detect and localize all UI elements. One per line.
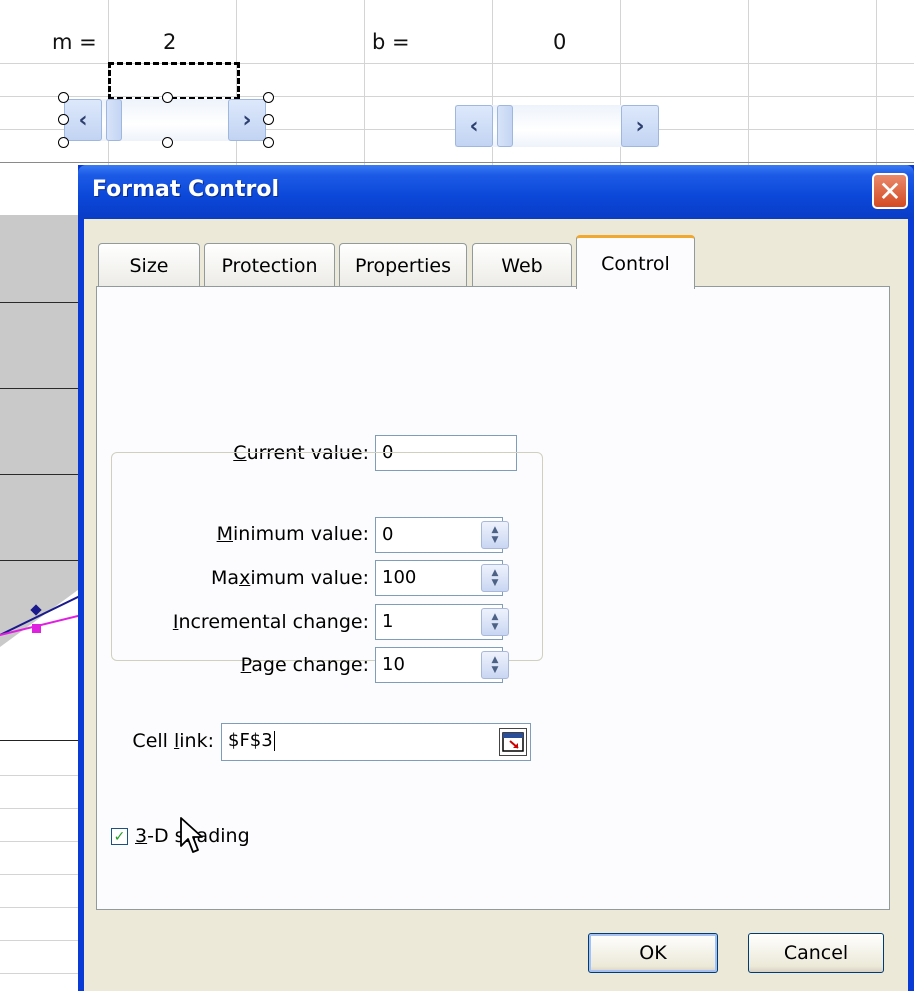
resize-handle[interactable] [162, 92, 173, 103]
ok-button[interactable]: OK [588, 933, 718, 973]
label-part: ink: [179, 730, 214, 752]
resize-handle[interactable] [263, 137, 274, 148]
resize-handle[interactable] [162, 137, 173, 148]
gridline [0, 973, 80, 974]
control-tab-panel: Current value: 0 Minimum value: 0 ▲ ▼ Max… [96, 286, 890, 910]
gridline [364, 0, 365, 165]
spin-up-down-icon[interactable]: ▲ ▼ [481, 651, 509, 679]
gridline [0, 740, 80, 741]
gridline [0, 162, 914, 163]
gridline [876, 0, 877, 165]
collapse-dialog-glyph [502, 732, 524, 752]
resize-handle[interactable] [58, 92, 69, 103]
b-label: b = [372, 30, 410, 54]
tab-label: Control [601, 252, 670, 275]
resize-handle[interactable] [58, 137, 69, 148]
cell-link-input[interactable]: $F$3 [221, 723, 531, 761]
gridline [0, 907, 80, 908]
dialog-title: Format Control [92, 177, 279, 202]
accelerator-key: x [239, 567, 251, 589]
incremental-change-label: Incremental change: [97, 611, 369, 633]
dialog-titlebar[interactable]: Format Control ✕ [78, 165, 914, 219]
maximum-value-label: Maximum value: [97, 567, 369, 589]
chevron-left-icon[interactable]: ‹ [455, 105, 493, 147]
chevron-right-icon[interactable]: › [621, 105, 659, 147]
b-scrollbar-control[interactable]: ‹ › [455, 105, 659, 147]
cell-link-value: $F$3 [228, 730, 273, 751]
close-icon[interactable]: ✕ [872, 173, 908, 209]
chevron-right-icon[interactable]: › [228, 99, 266, 141]
page-change-label: Page change: [97, 654, 369, 676]
label-part: imum value: [250, 567, 369, 589]
tab-control[interactable]: Control [576, 235, 695, 289]
tab-properties[interactable]: Properties [339, 243, 467, 287]
m-label: m = [52, 30, 97, 54]
m-value[interactable]: 2 [163, 30, 176, 54]
scroll-thumb[interactable] [497, 105, 513, 147]
gridline [0, 940, 80, 941]
label-part: Ma [211, 567, 240, 589]
tab-label: Size [129, 254, 169, 277]
accelerator-key: 3 [135, 825, 148, 847]
spin-up-down-icon[interactable]: ▲ ▼ [481, 521, 509, 549]
tab-label: Properties [354, 254, 452, 277]
copy-marquee [108, 62, 240, 100]
gridline [748, 0, 749, 165]
cell-link-label: Cell link: [97, 730, 214, 752]
dialog-client-area: Size Protection Properties Web Control C… [84, 219, 908, 991]
label-part: ncremental change: [178, 611, 369, 633]
resize-handle[interactable] [263, 114, 274, 125]
resize-handle[interactable] [263, 92, 274, 103]
gridline [0, 808, 80, 809]
minimum-value-label: Minimum value: [97, 523, 369, 545]
scroll-thumb[interactable] [106, 99, 122, 141]
label-part: Cell [132, 730, 174, 752]
gridline [0, 874, 80, 875]
gridline [0, 841, 80, 842]
b-value[interactable]: 0 [553, 30, 566, 54]
checkmark-icon: ✓ [113, 828, 126, 845]
tab-label: Protection [221, 254, 318, 277]
chart-plot-area [0, 215, 82, 648]
close-glyph: ✕ [878, 174, 902, 208]
resize-handle[interactable] [58, 114, 69, 125]
cancel-button[interactable]: Cancel [748, 933, 884, 973]
accelerator-key: P [240, 654, 252, 676]
chevron-left-icon[interactable]: ‹ [64, 99, 102, 141]
spin-up-down-icon[interactable]: ▲ ▼ [481, 608, 509, 636]
gridline [0, 775, 80, 776]
tab-label: Web [501, 254, 543, 277]
m-scrollbar-control[interactable]: ‹ › [64, 99, 266, 141]
tab-web[interactable]: Web [472, 243, 572, 287]
label-part: age change: [251, 654, 369, 676]
mouse-pointer-icon [180, 817, 203, 853]
accelerator-key: M [216, 523, 233, 545]
text-caret [273, 731, 275, 751]
format-control-dialog: Format Control ✕ Size Protection Propert… [78, 165, 914, 991]
spin-up-down-icon[interactable]: ▲ ▼ [481, 564, 509, 592]
tab-protection[interactable]: Protection [204, 243, 335, 287]
label-part: inimum value: [233, 523, 369, 545]
shading-checkbox[interactable]: ✓ [111, 828, 128, 845]
collapse-dialog-icon[interactable] [499, 728, 527, 756]
chart-series [0, 587, 82, 648]
tab-size[interactable]: Size [98, 243, 200, 287]
